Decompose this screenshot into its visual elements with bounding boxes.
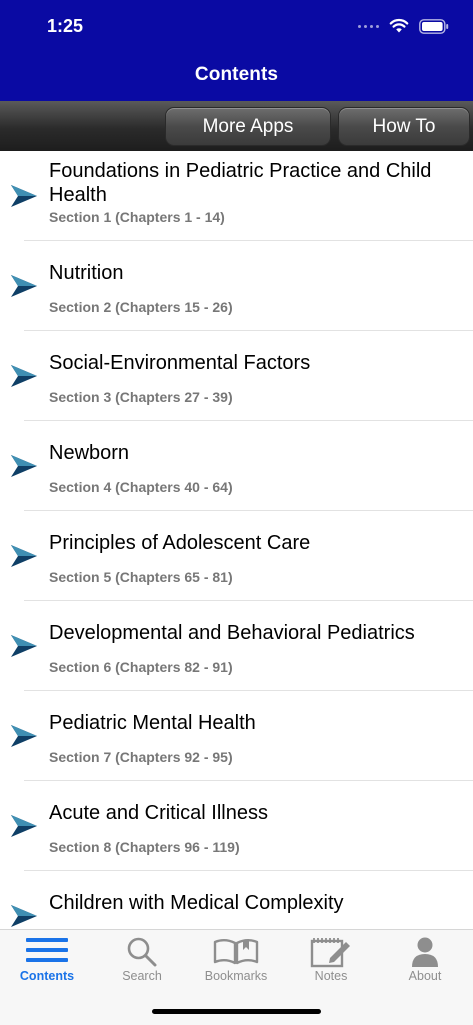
tab-notes[interactable]: Notes	[284, 930, 378, 990]
section-subtitle: Section 4 (Chapters 40 - 64)	[49, 479, 233, 495]
tab-label: Contents	[19, 969, 75, 983]
cellular-signal-icon	[358, 24, 379, 28]
tab-label: About	[408, 969, 442, 983]
chevron-right-icon	[11, 725, 37, 747]
status-time: 1:25	[47, 16, 84, 36]
section-subtitle: Section 3 (Chapters 27 - 39)	[49, 389, 233, 405]
chevron-right-icon	[11, 365, 37, 387]
more-apps-button[interactable]: More Apps	[165, 107, 331, 146]
top-bar: 1:25 Contents	[0, 0, 473, 101]
chevron-right-icon	[11, 815, 37, 837]
contents-list: Foundations in Pediatric Practice and Ch…	[0, 151, 473, 929]
list-item[interactable]: Pediatric Mental Health Section 7 (Chapt…	[0, 691, 473, 781]
section-title: Newborn	[49, 442, 130, 464]
tab-contents[interactable]: Contents	[0, 930, 94, 990]
book-icon	[213, 939, 259, 965]
chevron-right-icon	[11, 455, 37, 477]
section-title: Principles of Adolescent Care	[49, 532, 311, 554]
wifi-icon	[389, 18, 409, 34]
tab-label: Notes	[314, 969, 348, 983]
section-title: Social-Environmental Factors	[49, 352, 311, 374]
toolbar: More Apps How To	[0, 101, 473, 151]
page-title: Contents	[194, 64, 279, 85]
home-indicator[interactable]	[152, 1009, 321, 1014]
section-title: Children with Medical Complexity	[49, 892, 344, 914]
magnifier-icon	[127, 937, 157, 967]
tab-search[interactable]: Search	[95, 930, 189, 990]
list-item[interactable]: Newborn Section 4 (Chapters 40 - 64)	[0, 421, 473, 511]
section-subtitle: Section 5 (Chapters 65 - 81)	[49, 569, 233, 585]
list-item[interactable]: Foundations in Pediatric Practice and Ch…	[0, 151, 473, 241]
chevron-right-icon	[11, 905, 37, 927]
section-title: Acute and Critical Illness	[49, 802, 268, 824]
list-item[interactable]: Social-Environmental Factors Section 3 (…	[0, 331, 473, 421]
notepad-icon	[310, 938, 350, 968]
section-subtitle: Section 8 (Chapters 96 - 119)	[49, 839, 240, 855]
section-title: Nutrition	[49, 262, 124, 284]
section-subtitle: Section 1 (Chapters 1 - 14)	[49, 209, 225, 225]
list-item[interactable]: Children with Medical Complexity	[0, 871, 473, 929]
chevron-right-icon	[11, 185, 37, 207]
battery-icon	[419, 18, 449, 34]
section-subtitle: Section 6 (Chapters 82 - 91)	[49, 659, 233, 675]
how-to-button[interactable]: How To	[338, 107, 470, 146]
list-item[interactable]: Nutrition Section 2 (Chapters 15 - 26)	[0, 241, 473, 331]
list-item[interactable]: Acute and Critical Illness Section 8 (Ch…	[0, 781, 473, 871]
tab-about[interactable]: About	[378, 930, 472, 990]
chevron-right-icon	[11, 635, 37, 657]
section-title: Foundations in Pediatric Practice and Ch…	[49, 160, 432, 206]
list-icon	[26, 938, 68, 962]
chevron-right-icon	[11, 545, 37, 567]
tab-label: Search	[122, 969, 162, 983]
status-icons	[358, 16, 449, 36]
person-icon	[412, 937, 438, 967]
tab-bookmarks[interactable]: Bookmarks	[189, 930, 283, 990]
section-subtitle: Section 7 (Chapters 92 - 95)	[49, 749, 233, 765]
section-title: Developmental and Behavioral Pediatrics	[49, 622, 415, 644]
list-item[interactable]: Principles of Adolescent Care Section 5 …	[0, 511, 473, 601]
chevron-right-icon	[11, 275, 37, 297]
section-subtitle: Section 2 (Chapters 15 - 26)	[49, 299, 233, 315]
section-title: Pediatric Mental Health	[49, 712, 256, 734]
tab-label: Bookmarks	[204, 969, 268, 983]
list-item[interactable]: Developmental and Behavioral Pediatrics …	[0, 601, 473, 691]
